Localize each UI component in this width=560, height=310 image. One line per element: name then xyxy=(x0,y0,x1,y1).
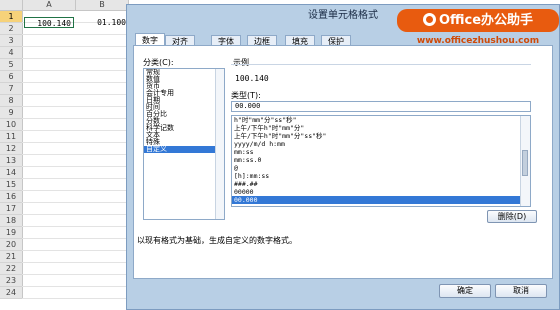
row-header[interactable]: 14 xyxy=(0,167,23,179)
row-header[interactable]: 13 xyxy=(0,155,23,167)
row-header[interactable]: 11 xyxy=(0,131,23,143)
grid-row xyxy=(22,131,132,143)
grid-row xyxy=(22,83,132,95)
grid-row xyxy=(22,35,132,47)
spreadsheet: A B 1 2 3 4 5 6 7 8 9 10 11 12 13 14 15 16 17 18 19 20 21 22 2… xyxy=(0,0,132,310)
row-header[interactable]: 18 xyxy=(0,215,23,227)
row-header[interactable]: 12 xyxy=(0,143,23,155)
format-list[interactable]: h"时"mm"分"ss"秒" 上午/下午h"时"mm"分" 上午/下午h"时"mm"… xyxy=(231,115,531,207)
row-header[interactable]: 7 xyxy=(0,83,23,95)
format-item[interactable]: h"时"mm"分"ss"秒" xyxy=(232,116,530,124)
row-header[interactable]: 21 xyxy=(0,251,23,263)
row-header[interactable]: 20 xyxy=(0,239,23,251)
select-all-corner[interactable] xyxy=(0,0,23,11)
grid-row xyxy=(22,287,132,299)
grid-row xyxy=(22,215,132,227)
category-scrollbar[interactable] xyxy=(215,69,224,219)
row-header[interactable]: 16 xyxy=(0,191,23,203)
watermark-logo: Office办公助手 xyxy=(397,9,559,32)
row-header[interactable]: 17 xyxy=(0,203,23,215)
row-header[interactable]: 22 xyxy=(0,263,23,275)
row-header[interactable]: 8 xyxy=(0,95,23,107)
sample-value: 100.140 xyxy=(235,74,269,83)
format-item[interactable]: 00000 xyxy=(232,188,530,196)
row-header[interactable]: 4 xyxy=(0,47,23,59)
grid-row xyxy=(22,155,132,167)
office-logo-icon xyxy=(422,13,436,26)
format-item[interactable]: ###.## xyxy=(232,180,530,188)
column-header-b[interactable]: B xyxy=(76,0,129,11)
row-header[interactable]: 24 xyxy=(0,287,23,299)
format-item[interactable]: 上午/下午h"时"mm"分"ss"秒" xyxy=(232,132,530,140)
type-label: 类型(T): xyxy=(231,91,261,100)
row-header[interactable]: 15 xyxy=(0,179,23,191)
row-header[interactable]: 3 xyxy=(0,35,23,47)
format-scrollbar[interactable] xyxy=(520,116,530,206)
category-label: 分类(C): xyxy=(143,58,174,67)
format-scroll-thumb[interactable] xyxy=(522,150,528,176)
category-list[interactable]: 常规 数值 货币 会计专用 日期 时间 百分比 分数 科学记数 文本 特殊 自定义 xyxy=(143,68,225,220)
format-item[interactable]: 00.000 xyxy=(232,196,530,204)
format-item[interactable]: [h]:mm:ss xyxy=(232,172,530,180)
format-description: 以现有格式为基础，生成自定义的数字格式。 xyxy=(137,236,297,245)
ok-button[interactable]: 确定 xyxy=(439,284,491,298)
grid-row xyxy=(22,275,132,287)
row-header[interactable]: 5 xyxy=(0,59,23,71)
grid-row xyxy=(22,59,132,71)
cell-a1[interactable]: 100.140 xyxy=(24,17,74,28)
cancel-button[interactable]: 取消 xyxy=(495,284,547,298)
grid-row xyxy=(22,119,132,131)
type-input[interactable]: 00.000 xyxy=(231,101,531,112)
grid-row xyxy=(22,167,132,179)
grid-row xyxy=(22,191,132,203)
grid-row xyxy=(22,203,132,215)
grid-row xyxy=(22,143,132,155)
grid-row xyxy=(22,179,132,191)
grid-row xyxy=(22,239,132,251)
delete-button[interactable]: 删除(D) xyxy=(487,210,537,223)
grid-row xyxy=(22,47,132,59)
category-item[interactable]: 自定义 xyxy=(144,146,224,153)
row-header[interactable]: 19 xyxy=(0,227,23,239)
format-item[interactable]: mm:ss.0 xyxy=(232,156,530,164)
column-header-a[interactable]: A xyxy=(23,0,76,11)
row-header[interactable]: 6 xyxy=(0,71,23,83)
cell-b1[interactable]: 01.100 xyxy=(76,17,127,28)
row-header[interactable]: 10 xyxy=(0,119,23,131)
grid-row xyxy=(22,263,132,275)
grid-row xyxy=(22,227,132,239)
row-header[interactable]: 1 xyxy=(0,11,23,23)
grid-row xyxy=(22,71,132,83)
row-header[interactable]: 2 xyxy=(0,23,23,35)
grid-row xyxy=(22,251,132,263)
format-item[interactable]: yyyy/m/d h:mm xyxy=(232,140,530,148)
row-header[interactable]: 23 xyxy=(0,275,23,287)
sample-label: 示例 xyxy=(233,58,249,67)
row-header[interactable]: 9 xyxy=(0,107,23,119)
format-item[interactable]: 上午/下午h"时"mm"分" xyxy=(232,124,530,132)
format-item[interactable]: @ xyxy=(232,164,530,172)
format-cells-dialog: 设置单元格格式 Office办公助手 www.officezhushou.com… xyxy=(126,4,560,310)
format-item[interactable]: mm:ss xyxy=(232,148,530,156)
grid-row xyxy=(22,107,132,119)
watermark-brand: Office办公助手 xyxy=(438,13,534,28)
sample-divider xyxy=(231,64,531,65)
grid-row xyxy=(22,95,132,107)
